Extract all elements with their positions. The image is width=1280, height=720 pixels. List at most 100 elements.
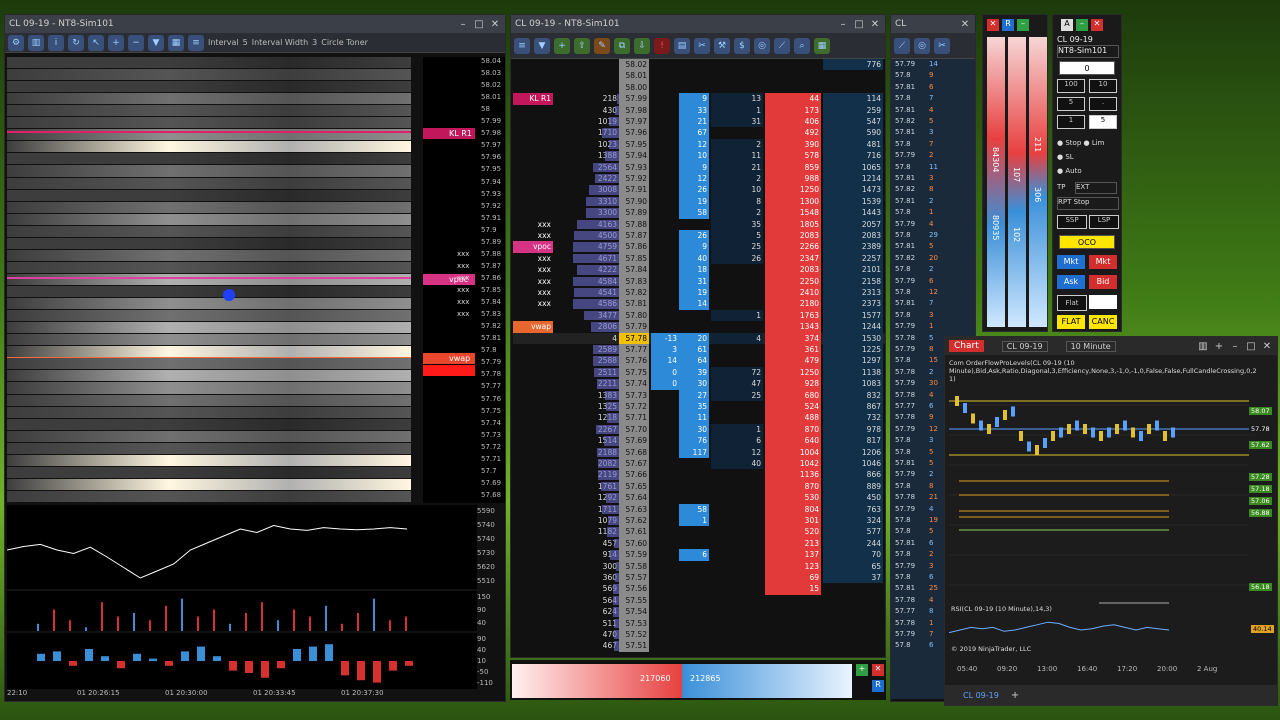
buy-market-button[interactable]: Mkt — [1057, 255, 1085, 269]
dollar-icon[interactable]: $ — [734, 37, 750, 54]
chat-icon[interactable]: ◎ — [754, 37, 770, 54]
window-titlebar[interactable]: Chart CL 09-19 10 Minute ▥ + – □ ✕ — [945, 337, 1277, 355]
ladder-row[interactable]: xxx467157.85402623472257 — [513, 252, 885, 265]
ladder-row[interactable]: xxx422257.841820832101 — [513, 264, 885, 276]
close-icon[interactable]: ✕ — [1091, 19, 1103, 31]
ladder-row[interactable]: 171057.9667492590 — [513, 127, 885, 139]
cursor-icon[interactable]: ↖ — [88, 34, 104, 51]
chart-icon[interactable]: ⟋ — [894, 37, 910, 54]
account-icon[interactable]: A — [1061, 19, 1073, 31]
ladder-row[interactable]: 511 57.53 — [513, 617, 885, 629]
circle-toner-label[interactable]: Circle Toner — [321, 38, 368, 47]
layout-icon[interactable]: ▦ — [168, 34, 184, 51]
ladder-row[interactable]: 129257.64530450 — [513, 492, 885, 504]
interval-select[interactable]: 10 Minute — [1065, 340, 1116, 352]
ladder-row[interactable]: 330057.8958215481443 — [513, 207, 885, 219]
heatmap-area[interactable] — [7, 57, 411, 503]
bars-icon[interactable]: ▥ — [28, 34, 44, 51]
ladder-row[interactable]: 251157.750397212501138 — [513, 366, 885, 379]
bucket-icon[interactable]: ▼ — [534, 37, 550, 54]
bars-icon[interactable]: ▥ — [1197, 341, 1209, 352]
cancel-all-button[interactable]: CANC — [1089, 315, 1117, 329]
ladder-row[interactable]: xxx458457.833122502158 — [513, 275, 885, 287]
stop-radio[interactable]: ● Stop ● Lim — [1057, 139, 1105, 147]
zoom-in-icon[interactable]: + — [108, 34, 124, 51]
wrench-icon[interactable]: ⚒ — [714, 37, 730, 54]
settings-icon[interactable]: ⚙ — [8, 34, 24, 51]
ladder-row[interactable]: 4 57.78 -13 20 4 374 1530 — [513, 332, 885, 344]
ladder-row[interactable]: 132557.7235524867 — [513, 401, 885, 413]
sell-bid-button[interactable]: Bid — [1089, 275, 1117, 289]
ladder-row[interactable]: 91457.59613770 — [513, 549, 885, 561]
ladder-row[interactable]: 138857.941011578716 — [513, 150, 885, 162]
alert-icon[interactable]: ! — [654, 37, 670, 54]
ladder-row[interactable]: 569 57.56 15 — [513, 583, 885, 595]
maximize-icon[interactable]: □ — [853, 19, 865, 30]
ladder-row[interactable]: 58.02 776 — [513, 59, 885, 71]
stack-icon[interactable]: ≡ — [188, 34, 204, 51]
close-icon[interactable]: ✕ — [1261, 341, 1273, 352]
minimize-icon[interactable]: – — [1076, 19, 1088, 31]
ladder-row[interactable]: 331057.9019813001539 — [513, 195, 885, 208]
ladder-row[interactable]: KL R1 218 57.99 9 13 44 114 — [513, 93, 885, 105]
bucket-icon[interactable]: ▼ — [148, 34, 164, 51]
restore-icon[interactable]: R — [872, 680, 884, 692]
ladder-row[interactable]: 256457.939218591065 — [513, 161, 885, 173]
window-titlebar[interactable]: CL 09-19 - NT8-Sim101 – □ ✕ — [5, 15, 505, 33]
tools-icon[interactable]: ✂ — [934, 37, 950, 54]
minimize-icon[interactable]: – — [837, 19, 849, 30]
price-ladder[interactable]: 58.02 776 58.01 58.00 KL R1 218 57.99 9 13 44 114 4… — [513, 59, 885, 655]
ladder-row[interactable]: 121857.7111488732 — [513, 412, 885, 424]
auto-radio[interactable]: ● Auto — [1057, 167, 1082, 175]
instrument-select[interactable]: CL 09-19 — [1001, 340, 1048, 352]
crosshair-icon[interactable]: + — [1213, 341, 1225, 352]
qty-100-button[interactable]: 100 — [1057, 79, 1085, 93]
copy-icon[interactable]: ⧉ — [614, 37, 630, 54]
add-tab-icon[interactable]: + — [1011, 690, 1019, 701]
ladder-row[interactable]: xxx416357.883518052057 — [513, 218, 885, 230]
grid-icon[interactable]: ▦ — [814, 37, 830, 54]
chat-icon[interactable]: ◎ — [914, 37, 930, 54]
ladder-row[interactable]: 176157.65870889 — [513, 480, 885, 493]
restore-icon[interactable]: R — [1002, 19, 1014, 31]
ladder-row[interactable]: 430 57.98 33 1 173 259 — [513, 104, 885, 116]
account-select[interactable]: NT8-Sim101 — [1057, 45, 1119, 58]
minimize-icon[interactable]: – — [1017, 19, 1029, 31]
ladder-row[interactable]: 258857.7614644791297 — [513, 355, 885, 367]
document-icon[interactable]: ▤ — [674, 37, 690, 54]
ladder-row[interactable]: 221157.74030479281083 — [513, 378, 885, 390]
ladder-row[interactable]: 1023 57.95 12 2 390 481 — [513, 138, 885, 151]
ladder-row[interactable]: 347757.80117631577 — [513, 309, 885, 322]
ladder-row[interactable]: 138357.732725680832 — [513, 389, 885, 401]
qty-value-display[interactable]: 5 — [1089, 115, 1117, 129]
buy-ask-button[interactable]: Ask — [1057, 275, 1085, 289]
zoom-out-icon[interactable]: − — [128, 34, 144, 51]
ladder-row[interactable]: 211957.661136866 — [513, 469, 885, 481]
ladder-row[interactable]: 300857.91261012501473 — [513, 184, 885, 196]
lsp-button[interactable]: LSP — [1089, 215, 1119, 229]
ladder-row[interactable]: 624 57.54 — [513, 606, 885, 618]
ladder-row[interactable]: xxx450057.8726520832083 — [513, 230, 885, 242]
instrument-label[interactable]: CL 09-19 — [1057, 35, 1093, 44]
ssp-button[interactable]: SSP — [1057, 215, 1087, 229]
window-titlebar[interactable]: CL 09-19 - NT8-Sim101 – □ ✕ — [511, 15, 885, 33]
ladder-row[interactable]: 107957.621301324 — [513, 515, 885, 527]
export-icon[interactable]: ⇪ — [574, 37, 590, 54]
tools-icon[interactable]: ✂ — [694, 37, 710, 54]
minimize-icon[interactable]: – — [1229, 341, 1241, 352]
interval-width-stepper[interactable]: 3 — [312, 38, 317, 47]
stack-icon[interactable]: ≡ — [514, 37, 530, 54]
close-icon[interactable]: ✕ — [959, 19, 971, 30]
chart-icon[interactable]: ⟋ — [774, 37, 790, 54]
ladder-row[interactable]: 226757.70301870978 — [513, 423, 885, 436]
price-chart[interactable] — [949, 385, 1249, 635]
ladder-row[interactable]: 58.00 — [513, 81, 885, 94]
ladder-row[interactable]: 300 57.58 123 65 — [513, 560, 885, 572]
flatten-button[interactable]: FLAT — [1057, 315, 1085, 329]
sl-radio[interactable]: ● SL — [1057, 153, 1074, 161]
close-icon[interactable]: ✕ — [869, 19, 881, 30]
ladder-row[interactable]: 1019 57.97 21 31 406 547 — [513, 116, 885, 128]
maximize-icon[interactable]: □ — [1245, 341, 1257, 352]
import-icon[interactable]: ⇩ — [634, 37, 650, 54]
ladder-row[interactable]: vpoc475957.8692522662389 — [513, 241, 885, 253]
